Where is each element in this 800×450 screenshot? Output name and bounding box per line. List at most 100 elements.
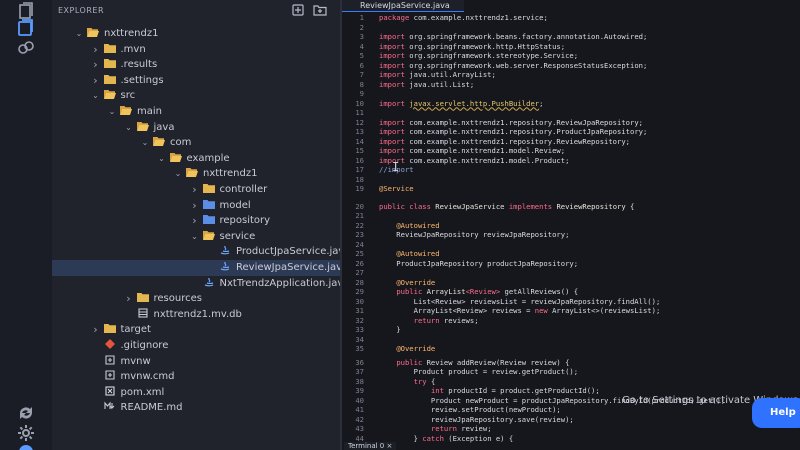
- explorer-icon[interactable]: [16, 18, 36, 38]
- chevron-down-icon[interactable]: ⌄: [190, 229, 200, 245]
- tree-item[interactable]: ⌄ nxttrendz1: [52, 166, 257, 182]
- tree-item[interactable]: ⌄ java: [52, 120, 174, 136]
- folder-open-icon: [87, 27, 99, 37]
- code-text: try {: [413, 376, 436, 386]
- code-editor[interactable]: ReviewJpaService.java 1 package com.examp…: [342, 0, 800, 450]
- chevron-down-icon[interactable]: ⌄: [74, 26, 84, 42]
- tree-item[interactable]: › controller: [52, 182, 267, 198]
- tree-item[interactable]: pom.xml: [52, 385, 164, 401]
- tree-item[interactable]: › resources: [52, 291, 202, 307]
- line-number: 9: [359, 89, 364, 98]
- tree-item[interactable]: .gitignore: [52, 338, 168, 354]
- tree-item[interactable]: ⌄ service: [52, 229, 255, 245]
- editor-tab-review-jpa-service[interactable]: ReviewJpaService.java: [342, 0, 464, 12]
- tree-item[interactable]: › repository: [52, 213, 270, 229]
- chevron-down-icon[interactable]: ⌄: [140, 135, 150, 151]
- tree-item[interactable]: › .settings: [52, 73, 163, 89]
- code-text: import org.springframework.http.HttpStat…: [379, 41, 566, 51]
- code-text: import com.example.nxttrendz1.repository…: [379, 136, 630, 146]
- chevron-down-icon[interactable]: ⌄: [124, 120, 134, 136]
- tree-item[interactable]: ⌄ src: [52, 88, 135, 104]
- tree-item[interactable]: NxtTrendzApplication.java: [52, 276, 349, 292]
- tree-item[interactable]: ⌄ com: [52, 135, 191, 151]
- tree-item[interactable]: ⌄ nxttrendz1: [52, 26, 158, 42]
- code-line[interactable]: 19 @Service: [342, 184, 800, 194]
- help-button[interactable]: Help: [752, 398, 800, 428]
- chevron-right-icon[interactable]: ›: [91, 322, 101, 338]
- code-line[interactable]: 43 return review;: [342, 424, 800, 434]
- code-line[interactable]: 23 ReviewJpaRepository reviewJpaReposito…: [342, 230, 800, 240]
- code-line[interactable]: 33 }: [342, 325, 800, 335]
- code-line[interactable]: 42 reviewJpaRepository.save(review);: [342, 415, 800, 425]
- code-line[interactable]: 32 return reviews;: [342, 316, 800, 326]
- code-line[interactable]: 3 import org.springframework.beans.factor…: [342, 32, 800, 42]
- code-line[interactable]: 30 List<Review> reviewsList = reviewJpaR…: [342, 297, 800, 307]
- tree-item[interactable]: ReviewJpaService.java: [52, 260, 348, 276]
- code-line[interactable]: 10 import javax.servlet.http.PushBuilder;: [342, 99, 800, 109]
- terminal-tab[interactable]: Terminal 0 ×: [344, 442, 397, 450]
- code-line[interactable]: 34: [342, 335, 800, 345]
- tree-item[interactable]: › .mvn: [52, 42, 145, 58]
- code-line[interactable]: 21: [342, 211, 800, 221]
- code-line[interactable]: 28 @Override: [342, 278, 800, 288]
- code-line[interactable]: 14 import com.example.nxttrendz1.reposito…: [342, 137, 800, 147]
- code-line[interactable]: 27: [342, 268, 800, 278]
- code-line[interactable]: 16 import com.example.nxttrendz1.model.Pr…: [342, 156, 800, 166]
- chevron-right-icon[interactable]: ›: [190, 182, 200, 198]
- tree-item[interactable]: › target: [52, 322, 151, 338]
- code-line[interactable]: 12 import com.example.nxttrendz1.reposito…: [342, 118, 800, 128]
- chevron-down-icon[interactable]: ⌄: [173, 166, 183, 182]
- new-file-icon[interactable]: [292, 4, 304, 16]
- link-icon[interactable]: [16, 38, 36, 58]
- code-line[interactable]: 13 import com.example.nxttrendz1.reposito…: [342, 127, 800, 137]
- tree-item[interactable]: ProductJpaService.java: [52, 244, 350, 260]
- gear-icon[interactable]: [16, 423, 36, 443]
- chevron-down-icon[interactable]: ⌄: [157, 151, 167, 167]
- code-line[interactable]: 37 Product product = review.getProduct()…: [342, 367, 800, 377]
- code-line[interactable]: 41 review.setProduct(newProduct);: [342, 405, 800, 415]
- code-line[interactable]: 24: [342, 240, 800, 250]
- tree-item[interactable]: mvnw: [52, 354, 151, 370]
- code-line[interactable]: 29 public ArrayList<Review> getAllReview…: [342, 287, 800, 297]
- new-folder-icon[interactable]: [313, 4, 327, 16]
- tree-item[interactable]: › model: [52, 198, 250, 214]
- code-line[interactable]: 20 public class ReviewJpaService implemen…: [342, 202, 800, 212]
- code-line[interactable]: 36 public Review addReview(Review review…: [342, 358, 800, 368]
- tree-item[interactable]: nxttrendz1.mv.db: [52, 307, 242, 323]
- code-line[interactable]: 26 ProductJpaRepository productJpaReposi…: [342, 259, 800, 269]
- code-line[interactable]: 18: [342, 175, 800, 185]
- code-line[interactable]: 31 ArrayList<Review> reviews = new Array…: [342, 306, 800, 316]
- code-line[interactable]: 25 @Autowired: [342, 249, 800, 259]
- chevron-right-icon[interactable]: ›: [190, 213, 200, 229]
- tree-item[interactable]: README.md: [52, 400, 183, 416]
- code-line[interactable]: 11: [342, 108, 800, 118]
- code-line[interactable]: 15 import com.example.nxttrendz1.model.Re…: [342, 146, 800, 156]
- code-line[interactable]: 9: [342, 89, 800, 99]
- code-line[interactable]: 7 import java.util.ArrayList;: [342, 70, 800, 80]
- tree-item[interactable]: ⌄ example: [52, 151, 230, 167]
- chevron-down-icon[interactable]: ⌄: [91, 88, 101, 104]
- tree-item[interactable]: ⌄ main: [52, 104, 162, 120]
- chevron-right-icon[interactable]: ›: [91, 73, 101, 89]
- code-line[interactable]: 4 import org.springframework.http.HttpSta…: [342, 42, 800, 52]
- tree-item[interactable]: › .results: [52, 57, 157, 73]
- code-line[interactable]: 2: [342, 23, 800, 33]
- code-line[interactable]: 6 import org.springframework.web.server.R…: [342, 61, 800, 71]
- tree-item[interactable]: mvnw.cmd: [52, 369, 175, 385]
- code-line[interactable]: 1 package com.example.nxttrendz1.service;: [342, 13, 800, 23]
- code-line[interactable]: 8 import java.util.List;: [342, 80, 800, 90]
- code-line[interactable]: 17//import: [342, 165, 800, 175]
- account-icon[interactable]: [16, 442, 36, 450]
- sync-icon[interactable]: [16, 403, 36, 423]
- chevron-down-icon[interactable]: ⌄: [107, 104, 117, 120]
- chevron-right-icon[interactable]: ›: [91, 57, 101, 73]
- code-line[interactable]: 35 @Override: [342, 344, 800, 354]
- code-line[interactable]: 22 @Autowired: [342, 221, 800, 231]
- chevron-right-icon[interactable]: ›: [124, 291, 134, 307]
- chevron-right-icon[interactable]: ›: [91, 42, 101, 58]
- code-line[interactable]: 44 } catch (Exception e) {: [342, 434, 800, 444]
- chevron-right-icon[interactable]: ›: [190, 198, 200, 214]
- line-number: 10: [355, 98, 364, 108]
- code-line[interactable]: 5 import org.springframework.stereotype.S…: [342, 51, 800, 61]
- code-line[interactable]: 38 try {: [342, 377, 800, 387]
